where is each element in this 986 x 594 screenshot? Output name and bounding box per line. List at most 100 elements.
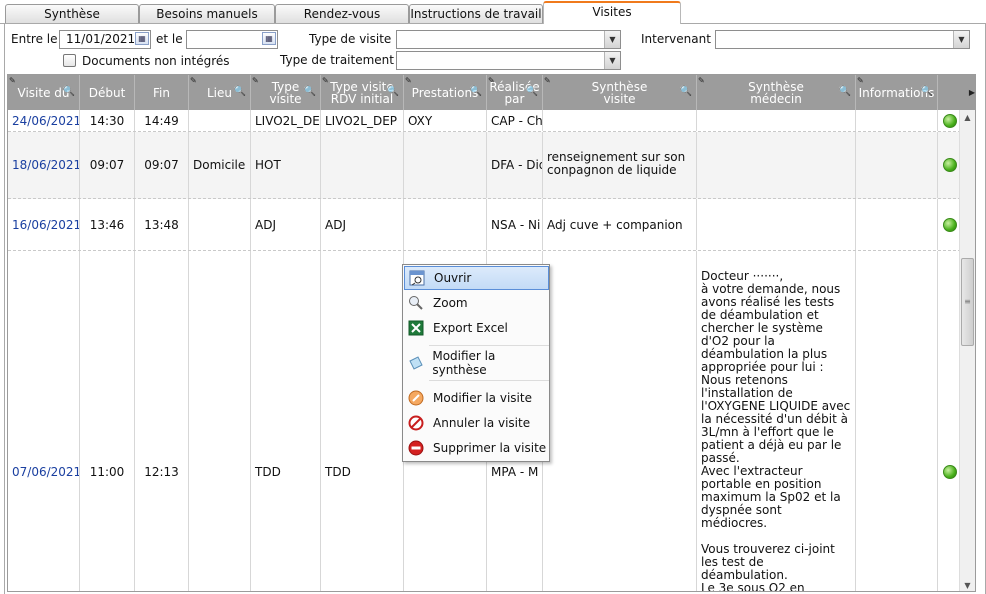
cell-informations (856, 251, 938, 591)
cell-synthese-visite (543, 251, 697, 591)
tab-besoins-manuels[interactable]: Besoins manuels (139, 4, 275, 24)
col-header-visite-du[interactable]: ✎ Visite du 🔍 (8, 75, 80, 110)
calendar-to-icon[interactable]: ▦ (262, 32, 276, 45)
col-header-type-visite[interactable]: ✎ Type visite 🔍 (251, 75, 321, 110)
cell-prestations: OXY (404, 110, 487, 131)
menu-item-modifier-synthese[interactable]: Modifier la synthèse (404, 349, 549, 377)
cell-informations (856, 110, 938, 131)
cell-type: LIVO2L_DE (251, 110, 321, 131)
search-icon[interactable]: 🔍 (234, 86, 246, 98)
cell-status (938, 251, 961, 591)
intervenant-select[interactable]: ▼ (715, 30, 970, 49)
menu-item-ouvrir[interactable]: Ouvrir (404, 266, 549, 290)
search-icon[interactable]: 🔍 (470, 86, 482, 98)
search-icon[interactable]: 🔍 (63, 86, 75, 98)
documents-non-integres-checkbox[interactable] (63, 54, 76, 67)
menu-item-supprimer-visite[interactable]: Supprimer la visite (404, 436, 549, 460)
col-label: Début (88, 85, 126, 100)
menu-item-modifier-visite[interactable]: Modifier la visite (404, 386, 549, 410)
search-icon[interactable]: 🔍 (921, 86, 933, 98)
col-label: Synthèse (748, 79, 804, 94)
chevron-down-icon[interactable]: ▼ (604, 31, 620, 48)
cell-fin: 13:48 (135, 199, 189, 250)
type-visite-label: Type de visite (309, 32, 392, 46)
menu-item-annuler-visite[interactable]: Annuler la visite (404, 411, 549, 435)
search-icon[interactable]: 🔍 (839, 86, 851, 98)
tab-bar: Synthèse Besoins manuels Rendez-vous Ins… (0, 0, 986, 24)
col-header-debut[interactable]: Début (80, 75, 135, 110)
scroll-down-icon[interactable]: ▼ (960, 578, 975, 591)
col-label-2: médecin (750, 91, 802, 106)
cell-realisee-par: DFA - Did (487, 132, 543, 198)
cell-type: ADJ (251, 199, 321, 250)
type-visite-select[interactable]: ▼ (396, 30, 621, 49)
tab-rendez-vous[interactable]: Rendez-vous (275, 4, 409, 24)
menu-item-label: Modifier la visite (433, 391, 532, 405)
chevron-down-icon[interactable]: ▼ (604, 52, 620, 69)
search-icon[interactable]: 🔍 (526, 86, 538, 98)
cell-realisee-par: NSA - Ni (487, 199, 543, 250)
cell-synthese-medecin (697, 110, 856, 131)
search-icon[interactable]: 🔍 (304, 86, 316, 98)
search-icon[interactable]: 🔍 (387, 86, 399, 98)
cell-date[interactable]: 18/06/2021 (8, 132, 80, 198)
cell-status (938, 110, 961, 131)
search-icon[interactable]: 🔍 (680, 86, 692, 98)
cell-synthese-medecin (697, 199, 856, 250)
cell-lieu (189, 251, 251, 591)
zoom-icon (407, 294, 425, 312)
col-label: Synthèse (591, 79, 648, 94)
cell-status (938, 132, 961, 198)
status-green-icon (942, 158, 957, 172)
scroll-thumb[interactable]: ≡ (961, 258, 974, 346)
cell-prestations (404, 132, 487, 198)
col-header-prestations[interactable]: ✎ Prestations 🔍 (404, 75, 487, 110)
table-row[interactable]: 24/06/2021 14:30 14:49 LIVO2L_DE LIVO2L_… (8, 110, 961, 132)
menu-item-label: Ouvrir (434, 271, 472, 285)
col-header-synthese-medecin[interactable]: ✎ Synthèse médecin 🔍 (697, 75, 856, 110)
chevron-right-icon[interactable]: ▶ (969, 87, 975, 99)
tab-visites[interactable]: Visites (543, 1, 681, 24)
tab-synthese[interactable]: Synthèse (5, 4, 139, 24)
cell-rdv: ADJ (321, 199, 404, 250)
table-row[interactable]: 18/06/2021 09:07 09:07 Domicile HOT DFA … (8, 132, 961, 199)
cell-synthese-visite: renseignement sur son conpagnon de liqui… (543, 132, 697, 198)
grid-header: ✎ Visite du 🔍 Début Fin ✎ Lieu 🔍 ✎ Type visite… (8, 75, 975, 110)
edit-visit-icon (407, 389, 425, 407)
cell-date[interactable]: 07/06/2021 (8, 251, 80, 591)
tab-instructions-travail[interactable]: Instructions de travail (409, 4, 543, 24)
menu-separator (429, 345, 549, 346)
col-header-lieu[interactable]: ✎ Lieu 🔍 (189, 75, 251, 110)
cell-synthese-visite: Adj cuve + companion (543, 199, 697, 250)
documents-non-integres-label: Documents non intégrés (82, 54, 230, 68)
intervenant-label: Intervenant (641, 32, 711, 46)
col-header-extra[interactable]: ▶ (938, 75, 975, 110)
cell-debut: 14:30 (80, 110, 135, 131)
cell-date[interactable]: 16/06/2021 (8, 199, 80, 250)
calendar-from-icon[interactable]: ▦ (135, 32, 149, 45)
cell-lieu (189, 110, 251, 131)
col-label: Fin (153, 85, 170, 100)
vertical-scrollbar[interactable]: ▲ ≡ ▼ (959, 110, 975, 591)
col-label-2: visite (269, 91, 302, 106)
menu-item-label: Modifier la synthèse (432, 349, 496, 377)
table-row[interactable]: 16/06/2021 13:46 13:48 ADJ ADJ NSA - Ni … (8, 199, 961, 251)
delete-icon (407, 439, 425, 457)
col-header-rdv-initial[interactable]: ✎ Type visite RDV initial 🔍 (321, 75, 404, 110)
chevron-down-icon[interactable]: ▼ (953, 31, 969, 48)
menu-item-label: Export Excel (433, 321, 508, 335)
edit-synthesis-icon (407, 354, 424, 372)
col-header-informations[interactable]: ✎ Informations 🔍 (856, 75, 938, 110)
col-header-fin[interactable]: Fin (135, 75, 189, 110)
type-traitement-select[interactable]: ▼ (396, 51, 621, 70)
cell-type: TDD (251, 251, 321, 591)
cell-synthese-visite (543, 110, 697, 131)
col-header-realisee-par[interactable]: ✎ Réalisée par 🔍 (487, 75, 543, 110)
col-header-synthese-visite[interactable]: ✎ Synthèse visite 🔍 (543, 75, 697, 110)
cell-informations (856, 199, 938, 250)
cell-fin: 09:07 (135, 132, 189, 198)
cell-date[interactable]: 24/06/2021 (8, 110, 80, 131)
scroll-up-icon[interactable]: ▲ (960, 110, 975, 125)
menu-item-export-excel[interactable]: Export Excel (404, 316, 549, 340)
menu-item-zoom[interactable]: Zoom (404, 291, 549, 315)
